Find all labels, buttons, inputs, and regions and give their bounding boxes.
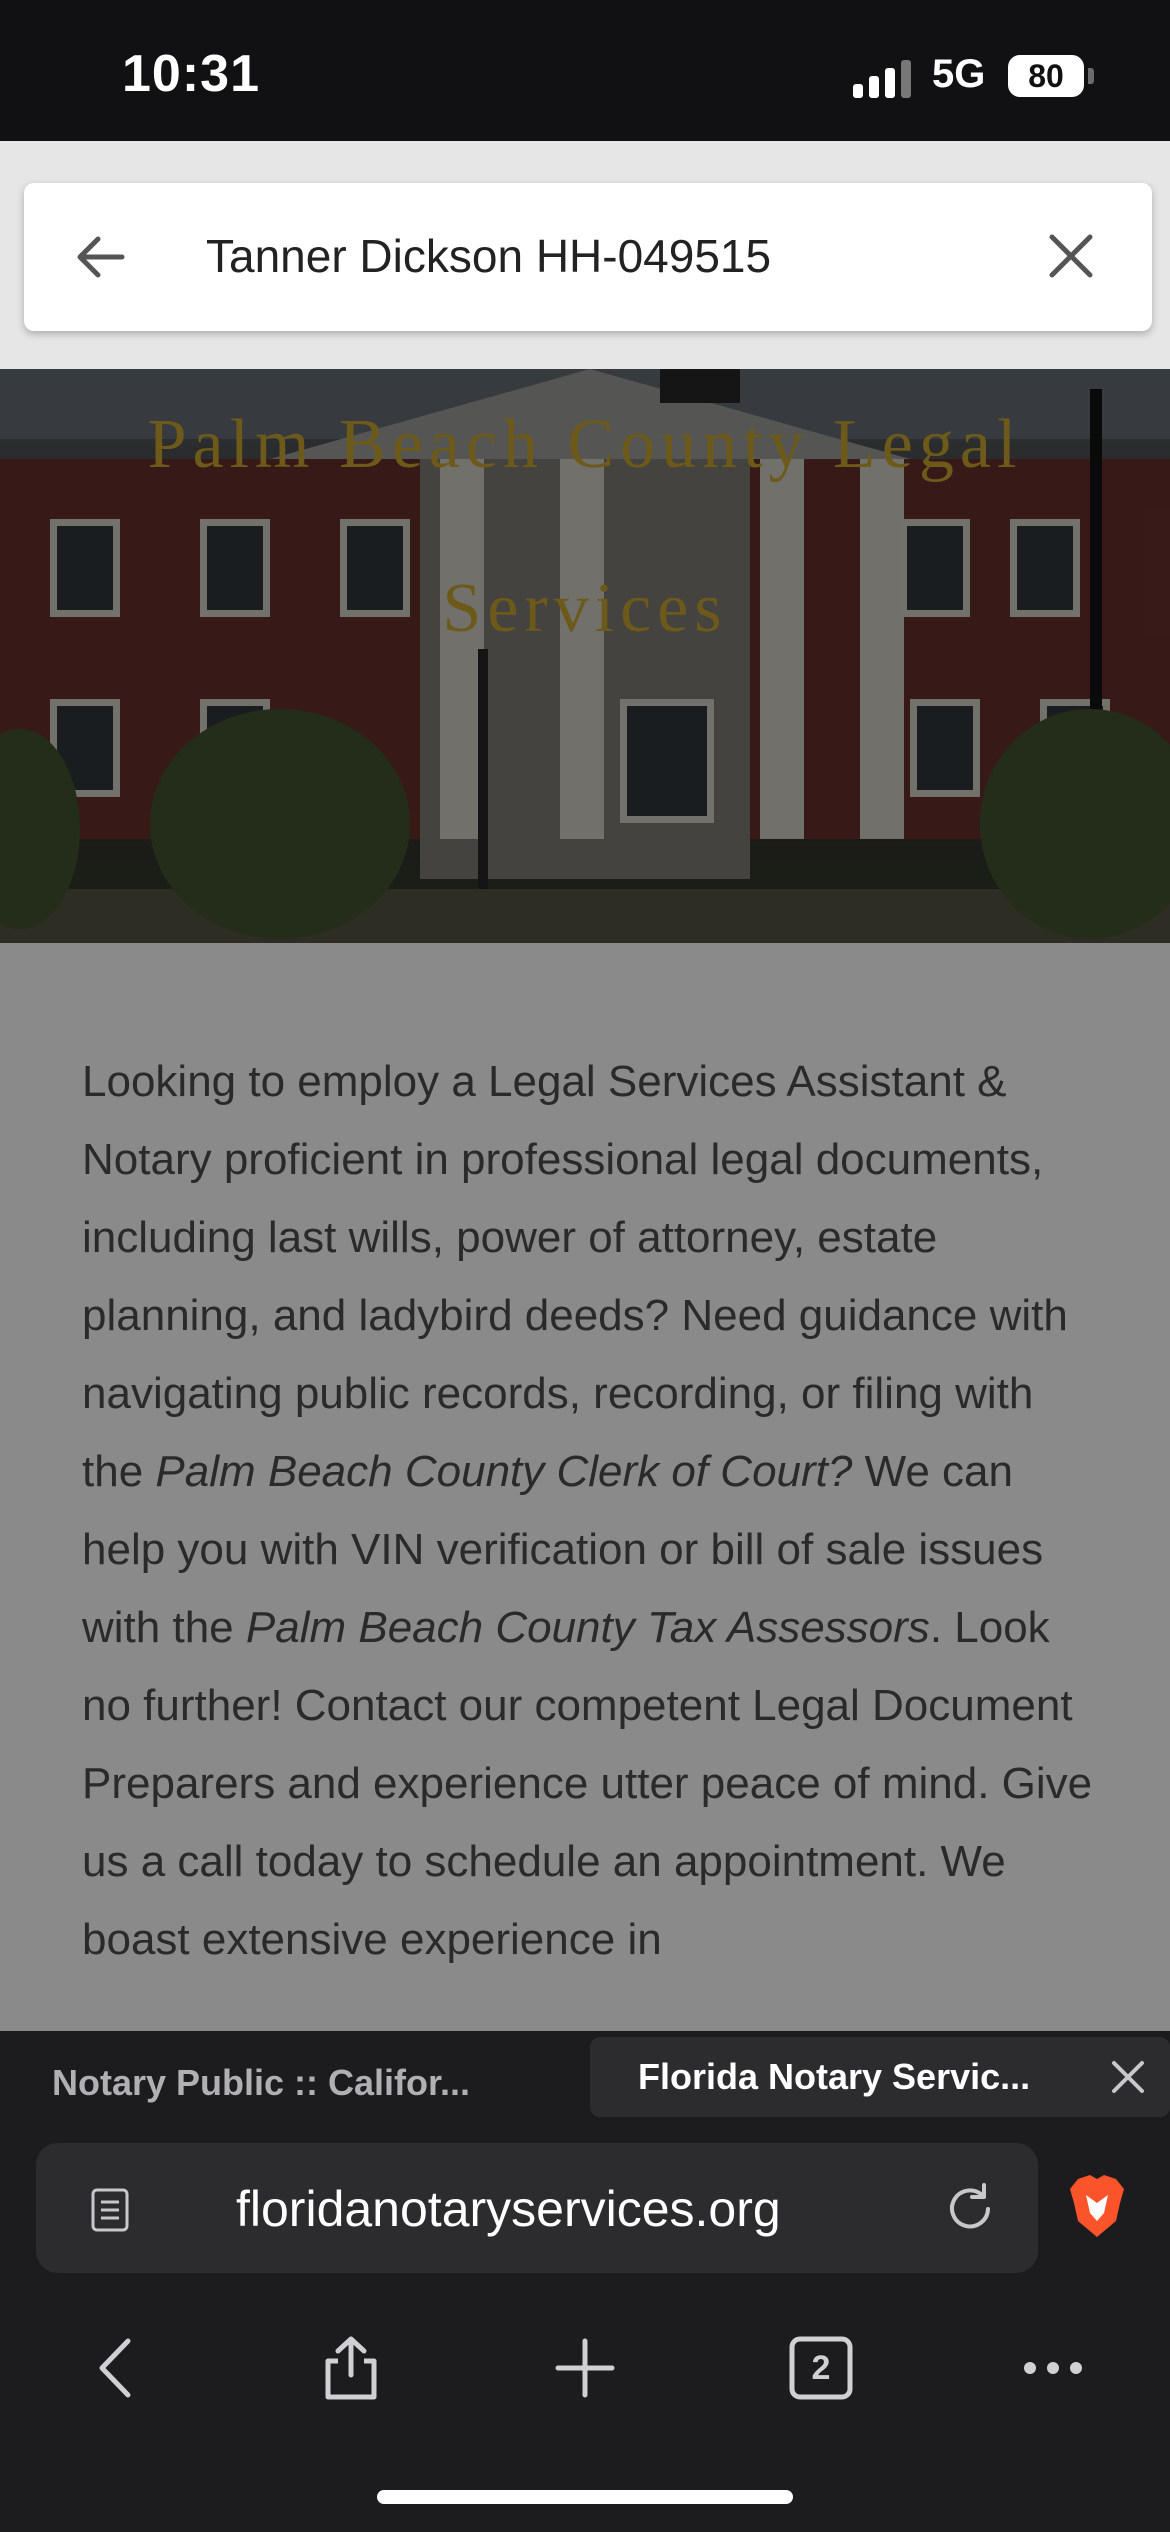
- close-icon[interactable]: [1108, 2057, 1148, 2097]
- search-input[interactable]: Tanner Dickson HH-049515: [206, 229, 771, 283]
- tab-strip: Notary Public :: Califor... Florida Nota…: [0, 2031, 1170, 2149]
- status-bar: 10:31 5G 80: [0, 0, 1170, 141]
- tab-notary-california[interactable]: Notary Public :: Califor...: [52, 2055, 572, 2111]
- battery-tip: [1088, 68, 1094, 84]
- status-time: 10:31: [122, 45, 260, 103]
- page-content: Looking to employ a Legal Services Assis…: [0, 943, 1170, 2031]
- close-icon[interactable]: [1044, 229, 1098, 283]
- more-icon[interactable]: [1018, 2333, 1088, 2403]
- address-bar-zone: floridanotaryservices.org: [0, 2143, 1170, 2279]
- signal-icon: [853, 60, 913, 98]
- brave-icon[interactable]: [1068, 2173, 1126, 2239]
- tabs-icon[interactable]: 2: [786, 2333, 856, 2403]
- paragraph-text: Looking to employ a Legal Services Assis…: [82, 1057, 1068, 1496]
- battery-level: 80: [1028, 58, 1064, 94]
- back-arrow-icon[interactable]: [70, 227, 130, 287]
- tab-label: Florida Notary Servic...: [638, 2056, 1031, 2097]
- tab-count: 2: [811, 2349, 831, 2387]
- share-icon[interactable]: [316, 2333, 386, 2403]
- back-icon[interactable]: [82, 2333, 152, 2403]
- reload-icon[interactable]: [942, 2181, 998, 2237]
- intro-paragraph: Looking to employ a Legal Services Assis…: [82, 1043, 1102, 1979]
- network-type: 5G: [932, 52, 986, 96]
- tab-florida-notary[interactable]: Florida Notary Servic...: [590, 2037, 1170, 2117]
- paragraph-italic: Palm Beach County Tax Assessors: [245, 1603, 930, 1652]
- address-bar[interactable]: floridanotaryservices.org: [36, 2143, 1038, 2273]
- hero-title-line2: Services: [442, 570, 728, 647]
- search-zone: Tanner Dickson HH-049515: [0, 141, 1170, 369]
- url-text[interactable]: floridanotaryservices.org: [236, 2179, 781, 2239]
- search-bar[interactable]: Tanner Dickson HH-049515: [24, 183, 1152, 331]
- battery-icon: 80: [1008, 55, 1084, 97]
- home-indicator[interactable]: [377, 2490, 793, 2504]
- hero-title-line1: Palm Beach County Legal: [147, 406, 1023, 483]
- hero-banner: Palm Beach County Legal Services: [0, 369, 1170, 943]
- plus-icon[interactable]: [550, 2333, 620, 2403]
- reader-icon[interactable]: [90, 2187, 130, 2233]
- paragraph-text: . Look no further! Contact our competent…: [82, 1603, 1093, 1964]
- paragraph-italic: Palm Beach County Clerk of Court?: [155, 1447, 853, 1496]
